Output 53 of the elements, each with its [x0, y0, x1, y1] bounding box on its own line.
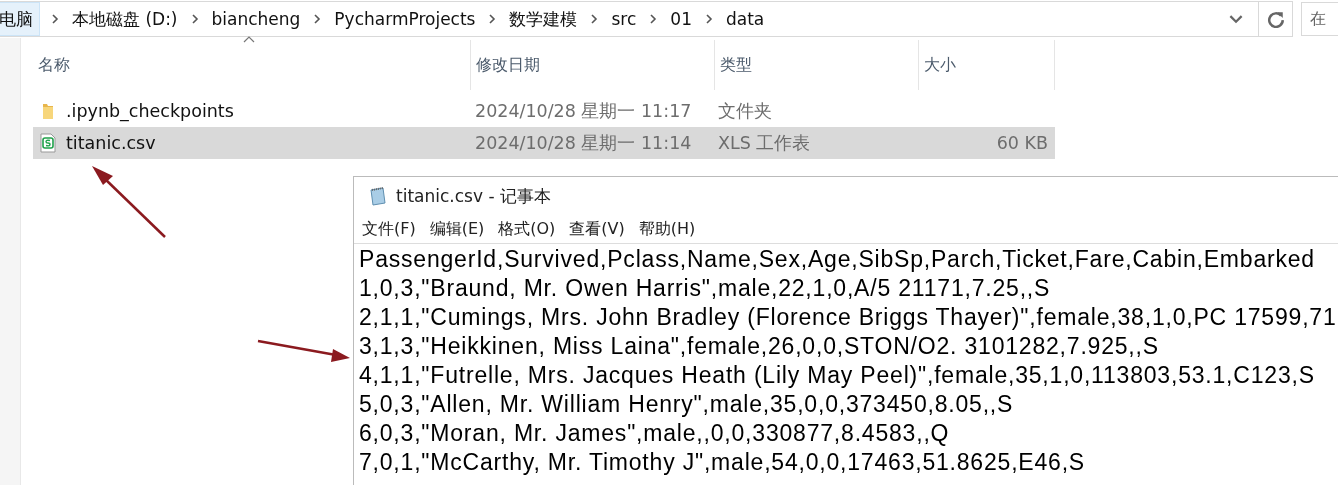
column-label: 名称	[38, 54, 70, 76]
text-line: PassengerId,Survived,Pclass,Name,Sex,Age,SibSp,Parch,Ticket,Fare,Cabin,Embarked	[359, 245, 1316, 274]
column-label: 类型	[720, 54, 752, 76]
modified-date: 2024/10/28 星期一 11:14	[475, 132, 692, 155]
file-type: XLS 工作表	[718, 132, 811, 155]
modified-date: 2024/10/28 星期一 11:17	[475, 100, 692, 123]
dropdown-icon[interactable]	[1229, 14, 1243, 24]
file-row[interactable]: titanic.csv 2024/10/28 星期一 11:14 XLS 工作表 60 KB	[33, 127, 1055, 159]
search-field[interactable]: 在	[1301, 2, 1338, 36]
file-name: titanic.csv	[66, 133, 156, 153]
breadcrumb-item[interactable]: 电脑	[0, 2, 40, 36]
menu-item[interactable]: 编辑(E)	[429, 218, 485, 240]
breadcrumb-item[interactable]: src	[609, 9, 639, 29]
text-line: 6,0,3,"Moran, Mr. James",male,,0,0,330877,8.4583,,Q	[359, 419, 951, 448]
refresh-icon	[1266, 10, 1285, 28]
file-row[interactable]: .ipynb_checkpoints 2024/10/28 星期一 11:17 文件夹	[33, 95, 1055, 127]
spreadsheet-icon	[38, 133, 58, 153]
file-size: 60 KB	[996, 133, 1048, 153]
text-line: 4,1,1,"Futrelle, Mrs. Jacques Heath (Lily May Peel)",female,35,1,0,113803,53.1,C123,S	[359, 361, 1316, 390]
column-label: 修改日期	[476, 54, 540, 76]
breadcrumb-item[interactable]: 数学建模	[507, 7, 580, 31]
file-name: .ipynb_checkpoints	[66, 101, 234, 121]
search-placeholder: 在	[1310, 8, 1326, 30]
chevron-icon	[190, 14, 199, 24]
chevron-icon	[590, 14, 599, 24]
file-type: 文件夹	[718, 100, 772, 123]
breadcrumb-item[interactable]: data	[723, 9, 767, 29]
menu-item[interactable]: 文件(F)	[362, 218, 416, 240]
text-line: 2,1,1,"Cumings, Mrs. John Bradley (Florence Briggs Thayer)",female,38,1,0,PC 17599,71	[359, 303, 1338, 332]
text-line: 1,0,3,"Braund, Mr. Owen Harris",male,22,1,0,A/5 21171,7.25,,S	[359, 274, 1052, 303]
menu-item[interactable]: 格式(O)	[498, 218, 556, 240]
column-header[interactable]: 大小	[919, 40, 1055, 90]
column-label: 大小	[924, 54, 956, 76]
column-header[interactable]: 类型	[715, 40, 919, 90]
text-line: 3,1,3,"Heikkinen, Miss Laina",female,26,0,0,STON/O2. 3101282,7.925,,S	[359, 332, 1160, 361]
notepad-icon	[368, 186, 388, 206]
text-line: 7,0,1,"McCarthy, Mr. Timothy J",male,54,0,0,17463,51.8625,E46,S	[359, 448, 1086, 477]
chevron-icon	[51, 14, 59, 24]
address-bar[interactable]: 电脑 本地磁盘 (D:) biancheng PycharmProjects 数学建模 src 01 data	[0, 1, 1293, 37]
chevron-icon	[704, 14, 713, 24]
breadcrumb-item[interactable]: 本地磁盘 (D:)	[70, 7, 180, 31]
breadcrumb-item[interactable]: biancheng	[209, 9, 303, 29]
breadcrumb-item[interactable]: PycharmProjects	[332, 9, 478, 29]
chevron-icon	[488, 14, 497, 24]
menu-item[interactable]: 查看(V)	[569, 218, 625, 240]
chevron-icon	[313, 14, 322, 24]
breadcrumb-item[interactable]: 01	[668, 9, 694, 29]
column-header[interactable]: 名称	[33, 40, 471, 90]
column-header[interactable]: 修改日期	[471, 40, 715, 90]
text-line: 5,0,3,"Allen, Mr. William Henry",male,35,0,0,373450,8.05,,S	[359, 390, 1015, 419]
menu-item[interactable]: 帮助(H)	[638, 218, 696, 240]
window-title: titanic.csv - 记事本	[396, 184, 551, 208]
chevron-icon	[649, 14, 658, 24]
